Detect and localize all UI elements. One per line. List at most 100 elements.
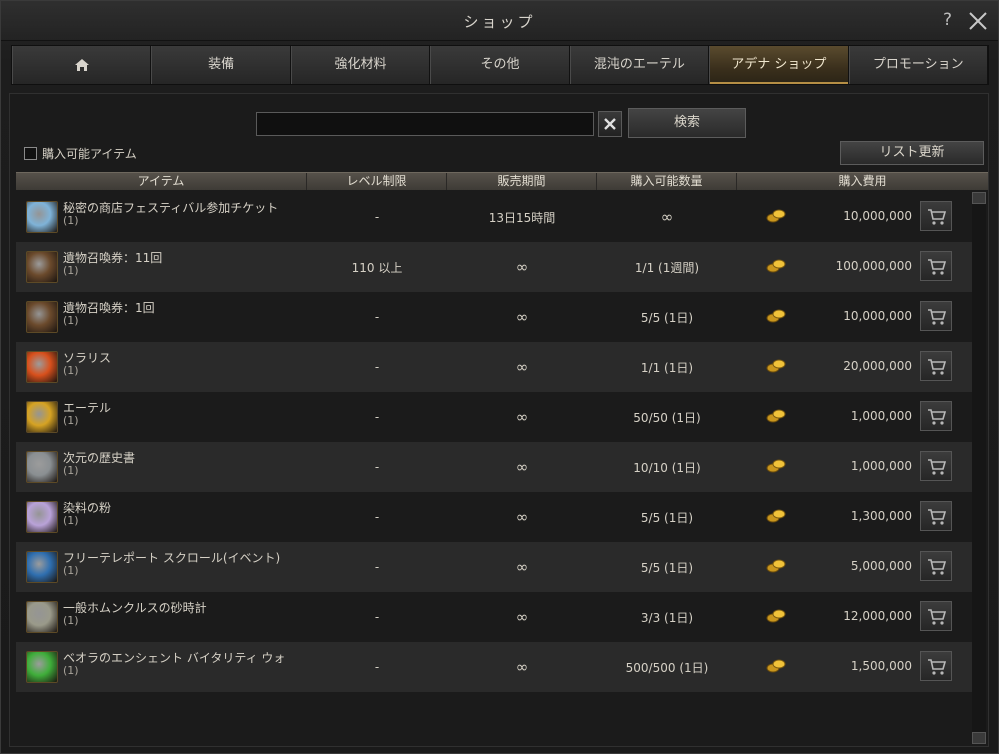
hourglass-icon [26,601,58,633]
table-row[interactable]: フリーテレポート スクロール(イベント) (1) - ∞ 5/5 (1日) 5,… [16,542,972,592]
price: 12,000,000 [843,609,912,623]
purchasable-checkbox[interactable] [24,146,37,160]
item-quantity: (1) [63,364,79,377]
item-name: ベオラのエンシェント バイタリティ ウォ [63,651,286,665]
adena-coin-icon [766,559,786,573]
help-icon[interactable]: ? [943,10,952,30]
item-quantity: (1) [63,264,79,277]
item-cell: フリーテレポート スクロール(イベント) (1) [16,542,307,592]
level-limit: 110 以上 [351,260,403,275]
column-item: アイテム [16,173,307,190]
buy-button[interactable] [920,301,952,331]
adena-coin-icon [766,659,786,673]
table-row[interactable]: 一般ホムンクルスの砂時計 (1) - ∞ 3/3 (1日) 12,000,000 [16,592,972,642]
refresh-list-button[interactable]: リスト更新 [840,141,984,165]
cost-cell: 1,000,000 [737,442,972,492]
purchase-limit: 50/50 (1日) [633,410,701,425]
cart-icon [928,459,947,475]
sale-period: ∞ [515,308,529,326]
level-limit: - [374,660,380,674]
level-limit: - [374,360,380,374]
table-row[interactable]: エーテル (1) - ∞ 50/50 (1日) 1,000,000 [16,392,972,442]
price: 1,500,000 [850,659,912,673]
purchase-limit: 500/500 (1日) [625,660,709,675]
buy-button[interactable] [920,651,952,681]
table-row[interactable]: 秘密の商店フェスティバル参加チケット (1) - 13日15時間 ∞ 10,00… [16,192,972,242]
buy-button[interactable] [920,601,952,631]
column-purchase-limit: 購入可能数量 [597,173,737,190]
tab-enhance-materials[interactable]: 強化材料 [290,46,431,84]
tab-chaos-ether[interactable]: 混沌のエーテル [569,46,710,84]
sun-orb-icon [26,351,58,383]
table-row[interactable]: ベオラのエンシェント バイタリティ ウォ (1) - ∞ 500/500 (1日… [16,642,972,692]
purchase-limit: 1/1 (1日) [640,360,694,375]
item-name: 一般ホムンクルスの砂時計 [63,601,207,615]
shop-tabs: 装備 強化材料 その他 混沌のエーテル アデナ ショップ プロモーション [11,45,989,85]
purchasable-filter[interactable]: 購入可能アイテム [24,144,137,162]
tab-equipment[interactable]: 装備 [151,46,291,84]
scroll-down-button[interactable] [972,732,986,744]
adena-coin-icon [766,209,786,223]
purchase-limit: 1/1 (1週間) [634,260,700,275]
tab-others[interactable]: その他 [430,46,570,84]
buy-button[interactable] [920,401,952,431]
adena-coin-icon [766,459,786,473]
shop-content: 検索 購入可能アイテム リスト更新 アイテム レベル制限 販売期間 購入可能数量… [9,93,989,747]
level-limit: - [374,560,380,574]
search-button[interactable]: 検索 [628,108,746,138]
clear-search-button[interactable] [598,111,622,137]
scroll-book-icon [26,451,58,483]
shop-window: ショップ ? 装備 強化材料 その他 混沌のエーテル アデナ ショップ プロモー… [0,0,999,754]
cart-icon [928,209,947,225]
cost-cell: 10,000,000 [737,192,972,242]
adena-coin-icon [766,609,786,623]
purchase-limit: 3/3 (1日) [640,610,694,625]
sale-period: ∞ [515,558,529,576]
search-input[interactable] [256,112,594,136]
buy-button[interactable] [920,501,952,531]
sale-period: ∞ [515,358,529,376]
price: 10,000,000 [843,309,912,323]
ticket-icon [26,201,58,233]
table-row[interactable]: ソラリス (1) - ∞ 1/1 (1日) 20,000,000 [16,342,972,392]
cart-icon [928,309,947,325]
item-cell: 遺物召喚券：1回 (1) [16,292,307,342]
scroll-up-button[interactable] [972,192,986,204]
price: 1,000,000 [850,409,912,423]
buy-button[interactable] [920,551,952,581]
tab-home[interactable] [12,46,152,84]
scrollbar[interactable] [972,192,986,744]
tab-adena-shop[interactable]: アデナ ショップ [709,46,849,84]
cart-icon [928,259,947,275]
price: 100,000,000 [835,259,912,273]
tab-promotion[interactable]: プロモーション [848,46,988,84]
cost-cell: 1,500,000 [737,642,972,692]
level-limit: - [374,210,380,224]
cart-icon [928,509,947,525]
adena-coin-icon [766,409,786,423]
close-icon[interactable] [967,10,989,32]
cart-icon [928,409,947,425]
adena-coin-icon [766,259,786,273]
relic-scroll-icon [26,301,58,333]
cost-cell: 12,000,000 [737,592,972,642]
buy-button[interactable] [920,451,952,481]
cart-icon [928,609,947,625]
cost-cell: 10,000,000 [737,292,972,342]
table-row[interactable]: 次元の歴史書 (1) - ∞ 10/10 (1日) 1,000,000 [16,442,972,492]
cart-icon [928,659,947,675]
table-row[interactable]: 遺物召喚券：11回 (1) 110 以上 ∞ 1/1 (1週間) 100,000… [16,242,972,292]
sale-period: ∞ [515,408,529,426]
item-quantity: (1) [63,514,79,527]
buy-button[interactable] [920,201,952,231]
sale-period: ∞ [515,658,529,676]
buy-button[interactable] [920,251,952,281]
table-row[interactable]: 染料の粉 (1) - ∞ 5/5 (1日) 1,300,000 [16,492,972,542]
column-sale-period: 販売期間 [447,173,597,190]
sale-period: ∞ [515,258,529,276]
purchase-limit: 5/5 (1日) [640,310,694,325]
item-quantity: (1) [63,564,79,577]
table-row[interactable]: 遺物召喚券：1回 (1) - ∞ 5/5 (1日) 10,000,000 [16,292,972,342]
title-bar[interactable]: ショップ ? [1,1,998,41]
buy-button[interactable] [920,351,952,381]
